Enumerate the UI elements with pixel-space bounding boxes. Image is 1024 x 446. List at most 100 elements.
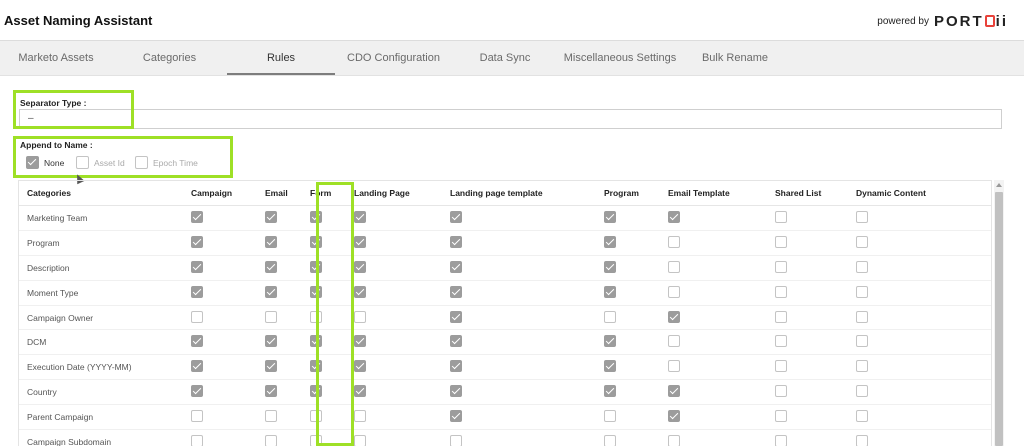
rule-checkbox[interactable] — [668, 260, 680, 273]
scroll-thumb[interactable] — [995, 192, 1003, 446]
rule-checkbox[interactable] — [604, 385, 616, 398]
rule-checkbox[interactable] — [354, 235, 366, 248]
rule-checkbox[interactable] — [450, 235, 462, 248]
rule-checkbox[interactable] — [191, 335, 203, 348]
rule-checkbox[interactable] — [604, 360, 616, 373]
rule-checkbox[interactable] — [191, 285, 203, 298]
rule-checkbox[interactable] — [354, 434, 366, 446]
rule-checkbox[interactable] — [775, 335, 787, 348]
rule-checkbox[interactable] — [354, 310, 366, 323]
rule-checkbox[interactable] — [265, 310, 277, 323]
tab-categories[interactable]: Categories — [112, 41, 227, 75]
rule-checkbox[interactable] — [191, 210, 203, 223]
rule-checkbox[interactable] — [354, 210, 366, 223]
rule-checkbox[interactable] — [668, 285, 680, 298]
table-cell — [775, 379, 856, 406]
separator-type-input[interactable]: – — [19, 109, 1002, 129]
rule-checkbox[interactable] — [450, 210, 462, 223]
rule-checkbox[interactable] — [191, 385, 203, 398]
rule-checkbox[interactable] — [604, 210, 616, 223]
rule-checkbox[interactable] — [265, 434, 277, 446]
rule-checkbox[interactable] — [450, 260, 462, 273]
form-column-highlight-box — [316, 182, 354, 446]
rule-checkbox[interactable] — [775, 235, 787, 248]
tab-miscellaneous-settings[interactable]: Miscellaneous Settings — [558, 41, 682, 75]
rule-checkbox[interactable] — [668, 360, 680, 373]
rule-checkbox[interactable] — [775, 385, 787, 398]
rule-checkbox[interactable] — [856, 260, 868, 273]
rule-checkbox[interactable] — [668, 410, 680, 423]
rule-checkbox[interactable] — [668, 335, 680, 348]
rule-checkbox[interactable] — [265, 360, 277, 373]
rule-checkbox[interactable] — [191, 410, 203, 423]
rule-checkbox[interactable] — [604, 335, 616, 348]
table-cell — [604, 305, 668, 331]
rule-checkbox[interactable] — [354, 260, 366, 273]
rule-checkbox[interactable] — [604, 434, 616, 446]
rule-checkbox[interactable] — [856, 385, 868, 398]
rule-checkbox[interactable] — [856, 335, 868, 348]
rule-checkbox[interactable] — [775, 210, 787, 223]
rule-checkbox[interactable] — [604, 285, 616, 298]
rule-checkbox[interactable] — [856, 310, 868, 323]
rule-checkbox[interactable] — [191, 260, 203, 273]
rule-checkbox[interactable] — [668, 235, 680, 248]
tab-data-sync[interactable]: Data Sync — [452, 41, 558, 75]
rule-checkbox[interactable] — [775, 285, 787, 298]
rule-checkbox[interactable] — [450, 335, 462, 348]
rule-checkbox[interactable] — [856, 210, 868, 223]
rule-checkbox[interactable] — [265, 385, 277, 398]
table-cell — [775, 354, 856, 381]
rule-checkbox[interactable] — [354, 385, 366, 398]
rule-checkbox[interactable] — [775, 434, 787, 446]
rule-checkbox[interactable] — [265, 260, 277, 273]
category-name: Marketing Team — [19, 205, 191, 231]
rule-checkbox[interactable] — [856, 360, 868, 373]
rule-checkbox[interactable] — [354, 335, 366, 348]
rule-checkbox[interactable] — [191, 310, 203, 323]
rule-checkbox[interactable] — [668, 385, 680, 398]
table-cell — [856, 205, 991, 231]
rule-checkbox[interactable] — [668, 210, 680, 223]
table-cell — [856, 305, 991, 331]
table-cell — [775, 429, 856, 446]
rule-checkbox[interactable] — [354, 285, 366, 298]
rule-checkbox[interactable] — [450, 410, 462, 423]
tab-cdo-configuration[interactable]: CDO Configuration — [335, 41, 452, 75]
rule-checkbox[interactable] — [775, 360, 787, 373]
rule-checkbox[interactable] — [450, 285, 462, 298]
rule-checkbox[interactable] — [265, 235, 277, 248]
rule-checkbox[interactable] — [191, 434, 203, 446]
rule-checkbox[interactable] — [450, 360, 462, 373]
rule-checkbox[interactable] — [354, 360, 366, 373]
rule-checkbox[interactable] — [604, 410, 616, 423]
rule-checkbox[interactable] — [450, 434, 462, 446]
rule-checkbox[interactable] — [668, 310, 680, 323]
rule-checkbox[interactable] — [604, 260, 616, 273]
rule-checkbox[interactable] — [450, 385, 462, 398]
rule-checkbox[interactable] — [775, 310, 787, 323]
rule-checkbox[interactable] — [191, 235, 203, 248]
tab-bulk-rename[interactable]: Bulk Rename — [682, 41, 788, 75]
rule-checkbox[interactable] — [604, 235, 616, 248]
tab-marketo-assets[interactable]: Marketo Assets — [0, 41, 112, 75]
rule-checkbox[interactable] — [775, 410, 787, 423]
rule-checkbox[interactable] — [354, 410, 366, 423]
vertical-scrollbar[interactable] — [994, 180, 1004, 446]
scroll-up-arrow-icon[interactable] — [996, 183, 1002, 187]
rule-checkbox[interactable] — [265, 210, 277, 223]
rule-checkbox[interactable] — [856, 285, 868, 298]
rule-checkbox[interactable] — [856, 235, 868, 248]
rule-checkbox[interactable] — [856, 410, 868, 423]
rule-checkbox[interactable] — [265, 410, 277, 423]
rule-checkbox[interactable] — [450, 310, 462, 323]
rule-checkbox[interactable] — [265, 285, 277, 298]
rule-checkbox[interactable] — [604, 310, 616, 323]
rule-checkbox[interactable] — [775, 260, 787, 273]
rule-checkbox[interactable] — [191, 360, 203, 373]
rule-checkbox[interactable] — [856, 434, 868, 446]
tab-rules[interactable]: Rules — [227, 41, 335, 75]
rule-checkbox[interactable] — [265, 335, 277, 348]
rule-checkbox[interactable] — [668, 434, 680, 446]
table-row: Description — [19, 255, 991, 281]
